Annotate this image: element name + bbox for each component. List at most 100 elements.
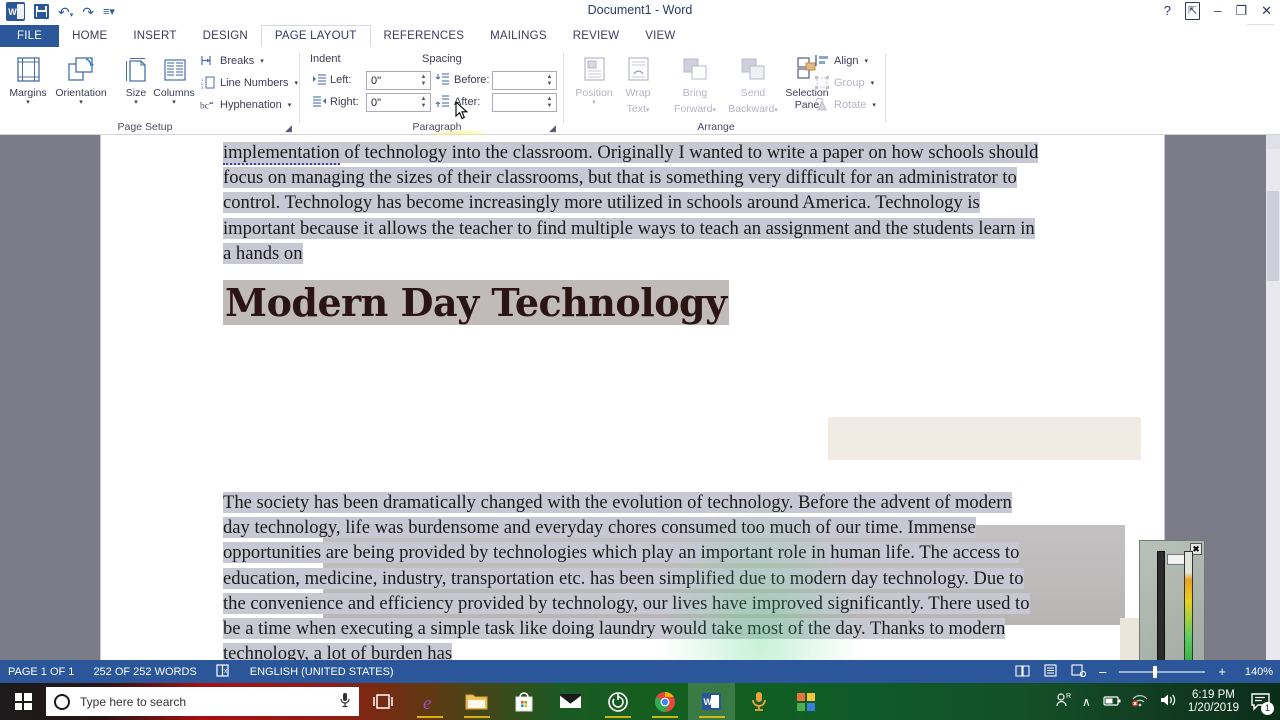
battery-icon[interactable] xyxy=(1102,694,1121,710)
page-setup-dialog-launcher[interactable]: ◢ xyxy=(285,124,294,133)
cortana-icon[interactable] xyxy=(54,693,70,710)
tab-design[interactable]: DESIGN xyxy=(190,25,261,47)
wrap-text-caret-icon[interactable]: ▾ xyxy=(646,107,650,114)
svg-text:R: R xyxy=(1066,693,1071,700)
zoom-in-button[interactable]: + xyxy=(1218,664,1226,679)
level-meter-bar xyxy=(1184,551,1193,669)
word-count[interactable]: 252 OF 252 WORDS xyxy=(93,666,196,678)
task-view-icon[interactable] xyxy=(359,683,406,720)
svg-text:bc: bc xyxy=(200,102,209,111)
minimize-button[interactable]: – xyxy=(1214,3,1221,19)
document-heading: Modern Day Technology xyxy=(223,280,729,325)
print-layout-icon[interactable] xyxy=(1043,663,1058,680)
indent-left-input[interactable]: 0" ▲ ▼ xyxy=(366,71,431,90)
line-numbers-caret-icon[interactable]: ▾ xyxy=(294,79,298,87)
selection-artifact-4 xyxy=(1120,618,1140,660)
columns-button[interactable]: Columns ▾ xyxy=(148,51,200,107)
rec-volume-slider[interactable] xyxy=(1157,551,1191,669)
scrollbar-thumb[interactable] xyxy=(1267,191,1279,281)
document-heading-block[interactable]: Modern Day Technology xyxy=(223,277,1043,329)
language-indicator[interactable]: ENGLISH (UNITED STATES) xyxy=(250,666,394,678)
orientation-caret-icon[interactable]: ▾ xyxy=(52,99,110,107)
mic-app-icon[interactable] xyxy=(735,683,782,720)
margins-button[interactable]: Margins ▾ xyxy=(2,51,54,107)
volume-icon[interactable] xyxy=(1160,693,1177,710)
indent-right-input[interactable]: 0" ▲ ▼ xyxy=(366,93,431,112)
word-taskbar-icon[interactable]: W xyxy=(688,683,735,720)
ribbon-display-options-icon[interactable]: ⇱ xyxy=(1184,2,1201,20)
spacing-before-input[interactable]: ▲ ▼ xyxy=(492,71,557,90)
document-canvas[interactable]: implementation of technology into the cl… xyxy=(0,135,1280,660)
tab-insert[interactable]: INSERT xyxy=(120,25,189,47)
document-paragraph-2[interactable]: The society has been dramatically change… xyxy=(223,490,1043,660)
zoom-slider[interactable] xyxy=(1119,665,1206,678)
spacing-before-stepper[interactable]: ▲ ▼ xyxy=(544,72,555,89)
margins-caret-icon[interactable]: ▾ xyxy=(2,99,54,107)
recorder-app-icon[interactable] xyxy=(594,683,641,720)
read-mode-icon[interactable] xyxy=(1015,664,1030,680)
people-icon[interactable]: R xyxy=(1055,692,1071,711)
zoom-level[interactable]: 140% xyxy=(1239,666,1273,678)
edge-icon[interactable]: e xyxy=(406,683,453,720)
restore-button[interactable]: ❐ xyxy=(1235,3,1247,19)
microphone-icon[interactable] xyxy=(339,692,351,711)
breaks-button[interactable]: Breaks ▾ xyxy=(200,53,264,68)
document-paragraph-1[interactable]: implementation of technology into the cl… xyxy=(223,140,1043,266)
tab-review[interactable]: REVIEW xyxy=(560,25,633,47)
proofing-errors-icon[interactable]: x xyxy=(216,663,231,680)
hyphenation-caret-icon[interactable]: ▾ xyxy=(288,101,292,109)
close-button[interactable]: ✕ xyxy=(1261,3,1272,19)
indent-right-stepper[interactable]: ▲ ▼ xyxy=(418,94,429,111)
paragraph-2-text: The society has been dramatically change… xyxy=(223,492,1030,660)
spacing-after-input[interactable]: ▲ ▼ xyxy=(492,93,557,112)
breaks-icon xyxy=(200,53,216,68)
tab-mailings[interactable]: MAILINGS xyxy=(477,25,560,47)
chrome-icon[interactable] xyxy=(641,683,688,720)
orientation-label: Orientation xyxy=(55,87,107,99)
word-application-window: W ↶▾ ↷ ≡▾ Document1 - Word ? ⇱ – ❐ ✕ Sig… xyxy=(0,0,1280,720)
tab-file[interactable]: FILE xyxy=(0,25,60,47)
apps-grid-icon[interactable] xyxy=(782,683,829,720)
align-button[interactable]: Align ▾ xyxy=(814,53,868,68)
orientation-button[interactable]: Orientation ▾ xyxy=(52,51,110,107)
mail-icon[interactable] xyxy=(547,683,594,720)
hyphenation-button[interactable]: bc Hyphenation ▾ xyxy=(200,97,291,112)
spacing-after-stepper[interactable]: ▲ ▼ xyxy=(544,94,555,111)
page-left-edge xyxy=(100,135,101,660)
zoom-out-button[interactable]: – xyxy=(1099,664,1106,679)
breaks-caret-icon[interactable]: ▾ xyxy=(260,57,264,65)
group-button[interactable]: Group ▾ xyxy=(814,75,874,90)
help-button[interactable]: ? xyxy=(1164,3,1171,19)
network-icon[interactable] xyxy=(1131,694,1149,710)
line-numbers-button[interactable]: 123 Line Numbers ▾ xyxy=(200,75,298,90)
microsoft-store-icon[interactable] xyxy=(500,683,547,720)
vertical-scrollbar[interactable] xyxy=(1266,135,1280,660)
clock[interactable]: 6:19 PM 1/20/2019 xyxy=(1188,689,1239,715)
action-center-icon[interactable]: 1 xyxy=(1250,691,1274,715)
rotate-button[interactable]: Rotate ▾ xyxy=(814,97,876,112)
tab-home[interactable]: HOME xyxy=(59,25,120,47)
search-placeholder: Type here to search xyxy=(80,694,187,709)
group-caret-icon[interactable]: ▾ xyxy=(871,79,875,87)
web-layout-icon[interactable] xyxy=(1071,663,1087,680)
indent-left-stepper[interactable]: ▲ ▼ xyxy=(418,72,429,89)
file-explorer-icon[interactable] xyxy=(453,683,500,720)
page-indicator[interactable]: PAGE 1 OF 1 xyxy=(8,666,74,678)
selection-artifact-1 xyxy=(828,417,1141,460)
ribbon-tabs: FILE HOME INSERT DESIGN PAGE LAYOUT REFE… xyxy=(0,25,1280,47)
rotate-caret-icon[interactable]: ▾ xyxy=(872,101,876,109)
tab-page-layout[interactable]: PAGE LAYOUT xyxy=(260,25,371,47)
start-button[interactable] xyxy=(0,683,46,720)
scroll-up-button[interactable] xyxy=(1266,135,1280,149)
taskbar-search-input[interactable]: Type here to search xyxy=(46,687,359,716)
tab-view[interactable]: VIEW xyxy=(632,25,688,47)
document-page[interactable]: implementation of technology into the cl… xyxy=(100,135,1165,660)
spacing-title: Spacing xyxy=(422,53,462,65)
paragraph-dialog-launcher[interactable]: ◢ xyxy=(549,124,558,133)
tab-references[interactable]: REFERENCES xyxy=(371,25,478,47)
show-hidden-icons[interactable]: ∧ xyxy=(1082,695,1091,709)
wrap-text-button[interactable]: Wrap Text▾ xyxy=(612,51,664,117)
zoom-slider-knob[interactable] xyxy=(1153,665,1158,678)
columns-caret-icon[interactable]: ▾ xyxy=(148,99,200,107)
align-caret-icon[interactable]: ▾ xyxy=(864,57,868,65)
